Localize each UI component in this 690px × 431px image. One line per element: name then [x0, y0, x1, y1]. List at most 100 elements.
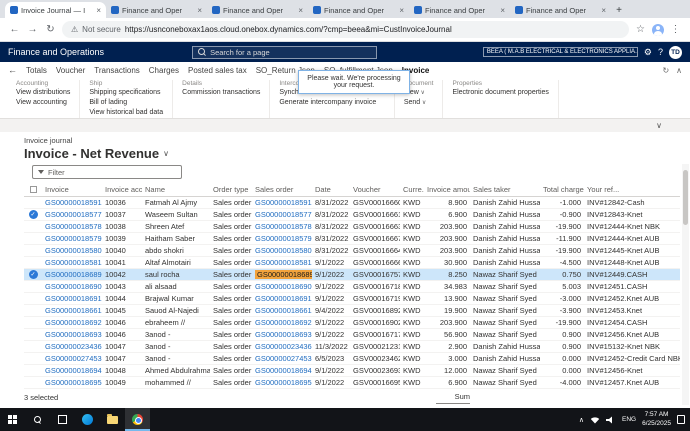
column-header[interactable]: Your ref...	[584, 183, 680, 196]
ribbon-button[interactable]: Shipping specifications	[89, 88, 163, 98]
ribbon-button[interactable]: Bill of lading	[89, 98, 163, 108]
row-checkbox[interactable]	[24, 352, 42, 364]
table-row[interactable]: GS00000018690-110043ali alsaadSales orde…	[24, 280, 680, 292]
cell-sales_order[interactable]: GS00000018692	[252, 316, 312, 328]
cell-sales_order[interactable]: GS00000018591	[252, 196, 312, 208]
action-center-icon[interactable]	[677, 415, 685, 424]
table-row[interactable]: GS00000018591-110036Fatmah Al AjmySales …	[24, 196, 680, 208]
ribbon-button[interactable]: Generate intercompany invoice	[279, 98, 384, 108]
tab-close-icon[interactable]: ×	[399, 6, 404, 15]
refresh-icon[interactable]: ↻	[44, 24, 57, 35]
back-arrow-icon[interactable]: ←	[8, 65, 17, 75]
ribbon-button[interactable]: View historical bad data	[89, 108, 163, 118]
browser-menu-icon[interactable]: ⋮	[669, 24, 682, 35]
column-header[interactable]: Order type	[210, 183, 252, 196]
browser-tab[interactable]: Finance and Oper×	[510, 2, 611, 18]
tab-close-icon[interactable]: ×	[298, 6, 303, 15]
file-explorer-button[interactable]	[100, 408, 125, 431]
table-row[interactable]: GS00000027453-1100473anod -Sales orderGS…	[24, 352, 680, 364]
row-checkbox[interactable]	[24, 304, 42, 316]
cell-invoice[interactable]: GS00000018579-1	[42, 232, 102, 244]
back-icon[interactable]: ←	[8, 24, 21, 35]
ribbon-button[interactable]: View accounting	[16, 98, 70, 108]
cell-invoice[interactable]: GS00000018578-1	[42, 220, 102, 232]
row-checkbox[interactable]	[24, 220, 42, 232]
collapse-pane-icon[interactable]: ∨	[656, 121, 662, 130]
cell-invoice[interactable]: GS00000023436-1	[42, 340, 102, 352]
column-header[interactable]: Sales taker	[470, 183, 540, 196]
row-checkbox[interactable]	[24, 292, 42, 304]
language-label[interactable]: ENG	[622, 416, 636, 423]
filter-input[interactable]: Filter	[32, 165, 182, 179]
cell-invoice[interactable]: GS00000018695-1	[42, 376, 102, 388]
action-tab-transactions[interactable]: Transactions	[94, 66, 140, 75]
help-icon[interactable]: ?	[658, 47, 663, 57]
cell-invoice[interactable]: GS00000018691-1	[42, 292, 102, 304]
row-checkbox[interactable]: ✓	[24, 268, 42, 280]
column-header[interactable]: Invoice	[42, 183, 102, 196]
volume-icon[interactable]	[606, 416, 616, 424]
action-tab-voucher[interactable]: Voucher	[56, 66, 85, 75]
browser-tab[interactable]: Invoice Journal — I×	[5, 2, 106, 18]
cell-invoice[interactable]: GS00000018577-1	[42, 208, 102, 220]
select-all-checkbox[interactable]	[30, 186, 37, 193]
table-row[interactable]: GS00000018692-110046ebraheem //Sales ord…	[24, 316, 680, 328]
chrome-button[interactable]	[125, 408, 150, 431]
tray-expand-icon[interactable]: ∧	[579, 416, 584, 424]
cell-sales_order[interactable]: GS00000018577	[252, 208, 312, 220]
cell-invoice[interactable]: GS00000018694-1	[42, 364, 102, 376]
cell-invoice[interactable]: GS00000018692-1	[42, 316, 102, 328]
task-view-button[interactable]	[50, 408, 75, 431]
table-row[interactable]: GS00000018661-110045Sauod Al-NajediSales…	[24, 304, 680, 316]
table-row[interactable]: GS00000018694-110048Ahmed AbdulrahmanSal…	[24, 364, 680, 376]
table-row[interactable]: GS00000018695-110049mohammed //Sales ord…	[24, 376, 680, 388]
cell-invoice[interactable]: GS00000018689-1	[42, 268, 102, 280]
cell-sales_order[interactable]: GS00000027453	[252, 352, 312, 364]
collapse-up-icon[interactable]: ∧	[676, 66, 682, 75]
bookmark-star-icon[interactable]: ☆	[634, 24, 647, 35]
browser-tab[interactable]: Finance and Oper×	[207, 2, 308, 18]
row-checkbox[interactable]	[24, 256, 42, 268]
tab-close-icon[interactable]: ×	[96, 6, 101, 15]
edge-button[interactable]	[75, 408, 100, 431]
browser-tab[interactable]: Finance and Oper×	[409, 2, 510, 18]
cell-sales_order[interactable]: GS00000018690	[252, 280, 312, 292]
omnibox[interactable]: ⚠ Not secure https://usnconeboxax1aos.cl…	[62, 21, 629, 38]
ribbon-button[interactable]: Electronic document properties	[452, 88, 549, 98]
row-checkbox[interactable]	[24, 280, 42, 292]
cell-sales_order[interactable]: GS00000018689	[252, 268, 312, 280]
table-row[interactable]: GS00000023436-1100473anod -Sales orderGS…	[24, 340, 680, 352]
refresh-icon[interactable]: ↻	[662, 66, 669, 75]
browser-profile-avatar[interactable]	[652, 24, 664, 36]
table-row[interactable]: ✓GS00000018577-110037Waseem SultanSales …	[24, 208, 680, 220]
column-header[interactable]: Invoice account	[102, 183, 142, 196]
row-checkbox[interactable]	[24, 376, 42, 388]
row-checkbox[interactable]	[24, 244, 42, 256]
forward-icon[interactable]: →	[26, 24, 39, 35]
cell-sales_order[interactable]: GS00000018661	[252, 304, 312, 316]
table-row[interactable]: GS00000018579-110039Haitham SaberSales o…	[24, 232, 680, 244]
cell-invoice[interactable]: GS00000027453-1	[42, 352, 102, 364]
row-checkbox[interactable]	[24, 364, 42, 376]
network-icon[interactable]	[590, 416, 600, 424]
browser-tab[interactable]: Finance and Oper×	[106, 2, 207, 18]
cell-sales_order[interactable]: GS00000018578	[252, 220, 312, 232]
column-header[interactable]: Invoice amount	[424, 183, 470, 196]
cell-invoice[interactable]: GS00000018693-1	[42, 328, 102, 340]
cell-invoice[interactable]: GS00000018580-1	[42, 244, 102, 256]
table-row[interactable]: GS00000018580-110040abdo shokriSales ord…	[24, 244, 680, 256]
action-tab-charges[interactable]: Charges	[149, 66, 179, 75]
row-checkbox[interactable]	[24, 328, 42, 340]
cell-sales_order[interactable]: GS00000018691	[252, 292, 312, 304]
row-checkbox[interactable]	[24, 316, 42, 328]
browser-tab[interactable]: Finance and Oper×	[308, 2, 409, 18]
start-button[interactable]	[0, 408, 25, 431]
cell-invoice[interactable]: GS00000018591-1	[42, 196, 102, 208]
taskbar-search-button[interactable]	[25, 408, 50, 431]
ribbon-button[interactable]: Send ∨	[404, 98, 434, 108]
new-tab-button[interactable]: +	[611, 3, 627, 18]
tab-close-icon[interactable]: ×	[601, 6, 606, 15]
column-header[interactable]: Total charges	[540, 183, 584, 196]
tab-close-icon[interactable]: ×	[197, 6, 202, 15]
user-avatar[interactable]: TD	[669, 46, 682, 59]
